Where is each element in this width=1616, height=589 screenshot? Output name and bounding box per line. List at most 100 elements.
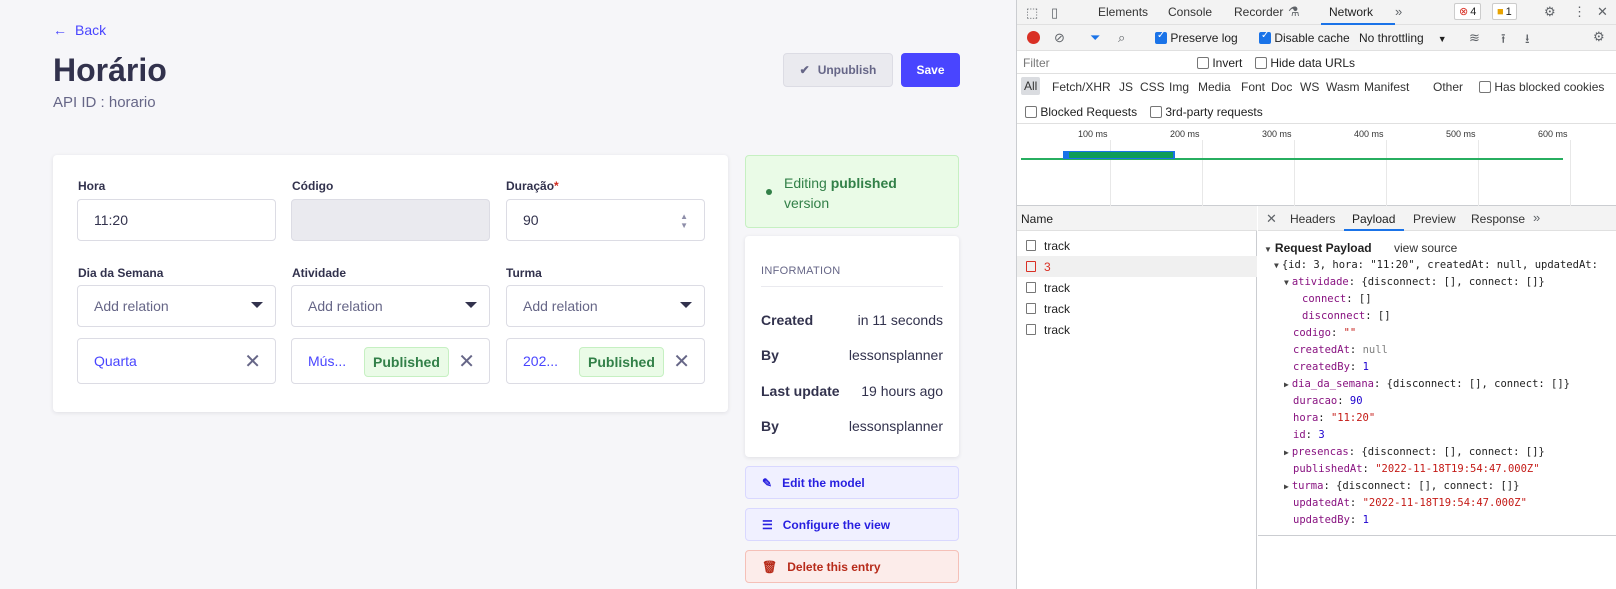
dia-relation-select[interactable]: Add relation [77, 285, 276, 327]
back-link[interactable]: ← Back [53, 22, 106, 38]
type-img[interactable]: Img [1169, 80, 1189, 94]
more-tabs-icon[interactable]: » [1533, 210, 1540, 225]
atividade-placeholder: Add relation [308, 298, 383, 314]
type-all[interactable]: All [1021, 77, 1041, 95]
payload-summary[interactable]: ▼ {id: 3, hora: "11:20", createdAt: null,… [1274, 259, 1598, 271]
remove-icon[interactable]: ✕ [458, 349, 475, 374]
turma-placeholder: Add relation [523, 298, 598, 314]
device-toolbar-icon[interactable]: ▯ [1051, 5, 1058, 21]
has-blocked-cookies-checkbox[interactable]: Has blocked cookies [1479, 80, 1604, 94]
blocked-requests-checkbox[interactable]: Blocked Requests [1025, 105, 1137, 119]
payload-turma[interactable]: ▶ turma: {disconnect: [], connect: []} [1284, 480, 1519, 492]
more-vertical-icon[interactable]: ⋮ [1573, 4, 1586, 20]
type-media[interactable]: Media [1198, 80, 1231, 94]
import-har-icon[interactable]: ⭱ [1501, 30, 1506, 52]
atividade-label: Atividade [292, 266, 347, 280]
throttling-select[interactable]: No throttling ▼ [1359, 31, 1447, 45]
error-icon: ⊗ [1459, 6, 1469, 18]
name-column-header[interactable]: Name [1017, 206, 1257, 231]
type-js[interactable]: JS [1119, 80, 1133, 94]
status-badge: Published [579, 347, 664, 377]
dia-placeholder: Add relation [94, 298, 169, 314]
unpublish-button[interactable]: ✔ Unpublish [783, 53, 893, 87]
close-icon[interactable]: ✕ [1266, 211, 1277, 227]
type-manifest[interactable]: Manifest [1364, 80, 1409, 94]
gear-icon[interactable]: ⚙ [1544, 4, 1556, 20]
codigo-input[interactable] [291, 199, 490, 241]
type-ws[interactable]: WS [1300, 80, 1319, 94]
edit-model-button[interactable]: ✎ Edit the model [745, 466, 959, 499]
request-row[interactable]: track [1017, 319, 1257, 340]
network-conditions-icon[interactable]: ≋ [1469, 30, 1480, 46]
tab-network[interactable]: Network [1329, 5, 1373, 19]
payload-view: ▼ Request Payload view source ▼ {id: 3, ho… [1258, 231, 1616, 536]
info-row-by-2: By lessonsplanner [761, 418, 943, 434]
number-stepper-icon[interactable]: ▲ ▼ [680, 212, 688, 230]
inspect-element-icon[interactable]: ⬚ [1026, 5, 1038, 21]
type-css[interactable]: CSS [1140, 80, 1165, 94]
filter-input[interactable]: Filter [1023, 56, 1050, 70]
type-wasm[interactable]: Wasm [1326, 80, 1360, 94]
unpublish-label: Unpublish [817, 63, 877, 77]
payload-dia-da-semana[interactable]: ▶ dia_da_semana: {disconnect: [], connect… [1284, 378, 1570, 390]
request-row[interactable]: track [1017, 298, 1257, 319]
turma-relation-select[interactable]: Add relation [506, 285, 705, 327]
record-icon[interactable] [1027, 31, 1040, 44]
devtools-panel: ⬚ ▯ Elements Console Recorder ⚗ Network … [1016, 0, 1616, 589]
tab-console[interactable]: Console [1168, 5, 1212, 19]
tab-recorder[interactable]: Recorder [1234, 5, 1283, 19]
tab-payload[interactable]: Payload [1352, 212, 1395, 226]
search-icon[interactable]: ⌕ [1118, 30, 1125, 46]
payload-section-header[interactable]: ▼ Request Payload [1264, 241, 1372, 255]
hide-data-urls-checkbox[interactable]: Hide data URLs [1255, 56, 1355, 70]
export-har-icon[interactable]: ⭳ [1525, 30, 1530, 52]
tab-elements[interactable]: Elements [1098, 5, 1148, 19]
close-icon[interactable]: ✕ [1597, 4, 1608, 20]
turma-relation-link[interactable]: 202... [523, 353, 558, 369]
payload-presencas[interactable]: ▶ presencas: {disconnect: [], connect: []… [1284, 446, 1545, 458]
filter-icon[interactable]: ⏷ [1090, 30, 1100, 46]
dia-relation-link[interactable]: Quarta [94, 353, 137, 369]
file-icon [1026, 240, 1036, 251]
atividade-relation-select[interactable]: Add relation [291, 285, 490, 327]
invert-checkbox[interactable]: Invert [1197, 56, 1242, 70]
tab-headers[interactable]: Headers [1290, 212, 1335, 226]
detail-tabbar: ✕ Headers Payload Preview Response » [1258, 206, 1616, 231]
atividade-relation-link[interactable]: Mús... [308, 353, 346, 369]
save-button[interactable]: Save [901, 53, 960, 87]
tab-preview[interactable]: Preview [1413, 212, 1456, 226]
type-font[interactable]: Font [1241, 80, 1265, 94]
payload-atividade[interactable]: ▼ atividade: {disconnect: [], connect: []… [1284, 276, 1545, 288]
timeline-gridline [1110, 140, 1111, 206]
warning-count-badge[interactable]: ■ 1 [1492, 3, 1517, 20]
remove-icon[interactable]: ✕ [673, 349, 690, 374]
type-fetch-xhr[interactable]: Fetch/XHR [1052, 80, 1111, 94]
preserve-log-checkbox[interactable]: Preserve log [1155, 30, 1238, 45]
third-party-checkbox[interactable]: 3rd-party requests [1150, 105, 1263, 119]
duracao-label: Duração* [506, 179, 559, 193]
disable-cache-checkbox[interactable]: Disable cache [1259, 30, 1350, 45]
duracao-input[interactable]: 90 ▲ ▼ [506, 199, 705, 241]
info-row-created: Created in 11 seconds [761, 312, 943, 328]
clear-icon[interactable]: ⊘ [1054, 30, 1065, 46]
request-row[interactable]: track [1017, 277, 1257, 298]
type-doc[interactable]: Doc [1271, 80, 1292, 94]
request-list: Name track 3 track track track [1017, 206, 1257, 589]
delete-entry-button[interactable]: 🗑 Delete this entry [745, 550, 959, 583]
error-count-badge[interactable]: ⊗ 4 [1454, 3, 1482, 20]
page-title: Horário [53, 52, 167, 88]
tab-response[interactable]: Response [1471, 212, 1525, 226]
hora-input[interactable]: 11:20 [77, 199, 276, 241]
request-row[interactable]: track [1017, 235, 1257, 256]
network-timeline-overview[interactable]: 100 ms 200 ms 300 ms 400 ms 500 ms 600 m… [1017, 124, 1616, 206]
configure-view-button[interactable]: ☰ Configure the view [745, 508, 959, 541]
remove-icon[interactable]: ✕ [244, 349, 261, 374]
view-source-link[interactable]: view source [1394, 241, 1457, 255]
network-settings-icon[interactable]: ⚙ [1593, 29, 1605, 45]
more-tabs-icon[interactable]: » [1395, 4, 1402, 19]
file-icon [1026, 324, 1036, 335]
duracao-value: 90 [523, 212, 539, 228]
dia-relation-item: Quarta ✕ [77, 338, 276, 384]
type-other[interactable]: Other [1433, 80, 1463, 94]
request-row-selected[interactable]: 3 [1017, 256, 1257, 277]
